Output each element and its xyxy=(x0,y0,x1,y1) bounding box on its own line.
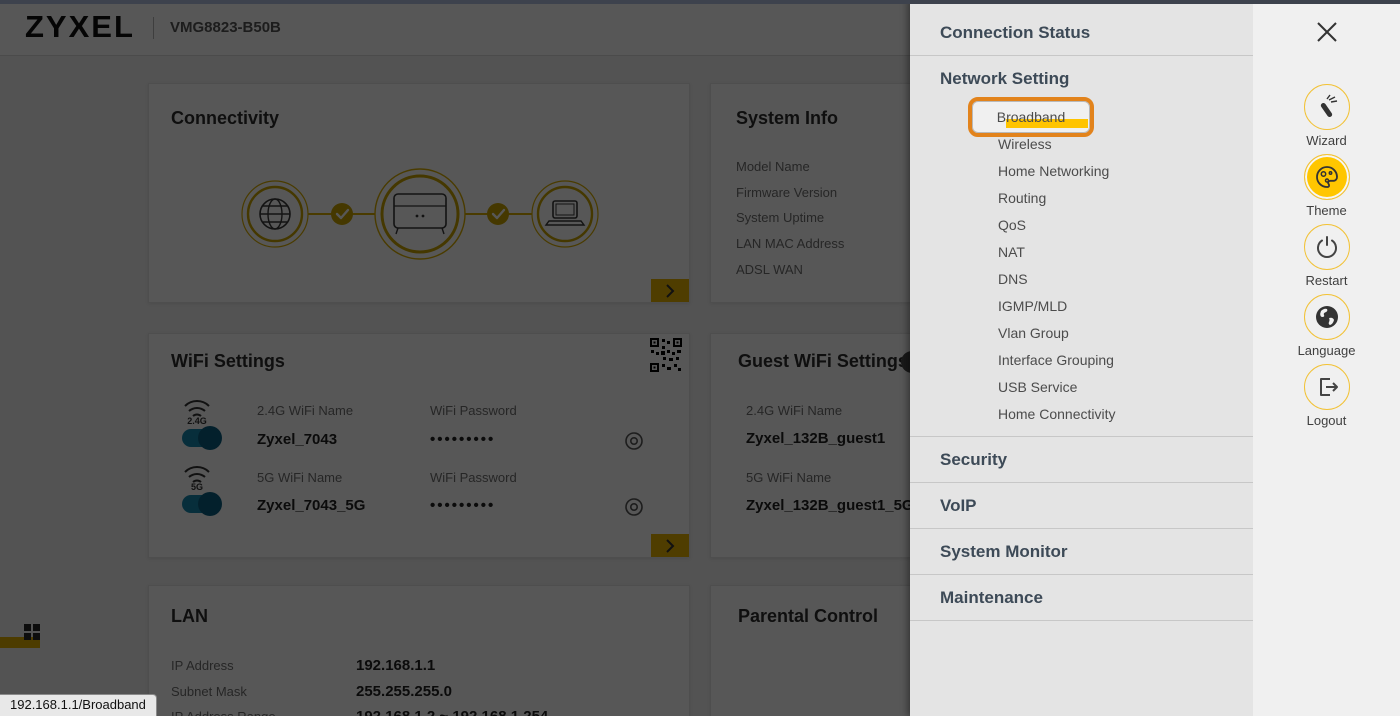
wizard-label: Wizard xyxy=(1306,133,1346,148)
menu-item-home-connectivity[interactable]: Home Connectivity xyxy=(910,401,1253,428)
theme-label: Theme xyxy=(1306,203,1346,218)
logout-label: Logout xyxy=(1307,413,1347,428)
menu-item-system-monitor[interactable]: System Monitor xyxy=(910,529,1253,575)
menu-item-qos[interactable]: QoS xyxy=(910,212,1253,239)
menu-item-wireless[interactable]: Wireless xyxy=(910,131,1253,158)
menu-item-usb-service[interactable]: USB Service xyxy=(910,374,1253,401)
language-button[interactable]: Language xyxy=(1253,294,1400,364)
network-setting-sublist: Broadband Wireless Home Networking Routi… xyxy=(910,102,1253,437)
menu-item-vlan-group[interactable]: Vlan Group xyxy=(910,320,1253,347)
menu-item-security[interactable]: Security xyxy=(910,437,1253,483)
navigation-menu-panel: Connection Status Network Setting Broadb… xyxy=(910,0,1253,716)
restart-circle xyxy=(1304,224,1350,270)
wizard-button[interactable]: Wizard xyxy=(1253,84,1400,154)
menu-item-broadband[interactable]: Broadband xyxy=(910,104,1253,131)
quickbar-items: Wizard Theme xyxy=(1253,84,1400,434)
logout-circle xyxy=(1304,364,1350,410)
menu-item-voip[interactable]: VoIP xyxy=(910,483,1253,529)
menu-item-interface-grouping[interactable]: Interface Grouping xyxy=(910,347,1253,374)
screen: ZYXEL VMG8823-B50B Connectivity xyxy=(0,0,1400,716)
menu-item-connection-status[interactable]: Connection Status xyxy=(910,10,1253,56)
browser-status-bar: 192.168.1.1/Broadband xyxy=(0,694,157,716)
menu-item-maintenance[interactable]: Maintenance xyxy=(910,575,1253,621)
menu-item-dns[interactable]: DNS xyxy=(910,266,1253,293)
menu-item-network-setting[interactable]: Network Setting xyxy=(910,56,1253,102)
menu-item-home-networking[interactable]: Home Networking xyxy=(910,158,1253,185)
menu-item-nat[interactable]: NAT xyxy=(910,239,1253,266)
close-icon[interactable] xyxy=(1314,19,1340,45)
quick-actions-bar: Wizard Theme xyxy=(1253,0,1400,716)
language-circle xyxy=(1304,294,1350,340)
window-top-strip xyxy=(0,0,1400,4)
menu-item-igmp-mld[interactable]: IGMP/MLD xyxy=(910,293,1253,320)
menu-item-routing[interactable]: Routing xyxy=(910,185,1253,212)
theme-button[interactable]: Theme xyxy=(1253,154,1400,224)
logout-button[interactable]: Logout xyxy=(1253,364,1400,434)
restart-label: Restart xyxy=(1306,273,1348,288)
language-label: Language xyxy=(1298,343,1356,358)
wizard-circle xyxy=(1304,84,1350,130)
theme-circle xyxy=(1304,154,1350,200)
power-icon xyxy=(1314,234,1340,260)
logout-icon xyxy=(1314,374,1340,400)
restart-button[interactable]: Restart xyxy=(1253,224,1400,294)
globe-icon xyxy=(1313,303,1341,331)
wand-icon xyxy=(1314,94,1340,120)
palette-icon xyxy=(1314,164,1340,190)
